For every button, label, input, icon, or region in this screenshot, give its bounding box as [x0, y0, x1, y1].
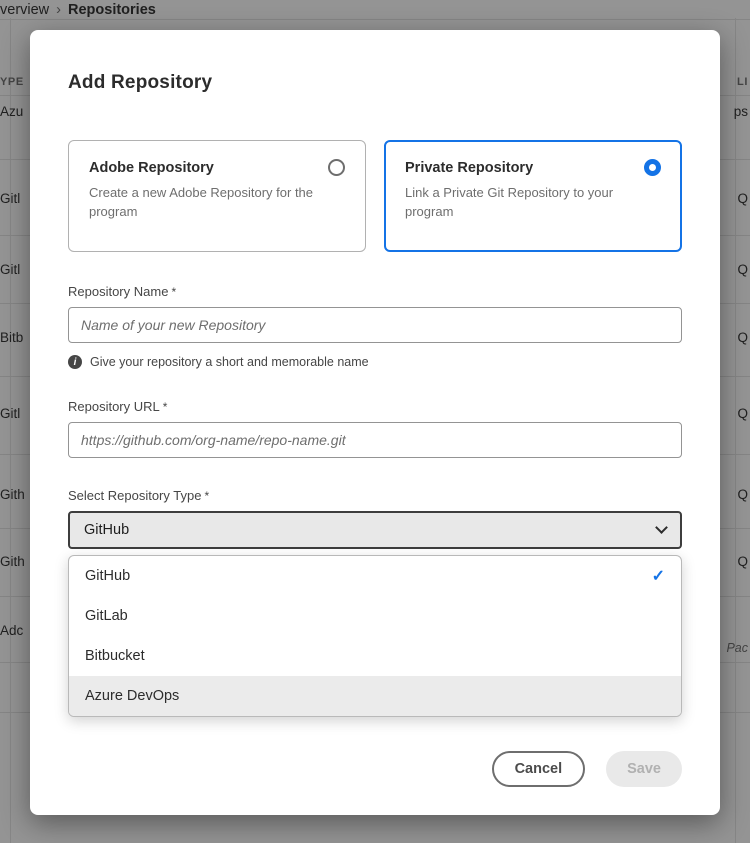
help-text: Give your repository a short and memorab…	[90, 355, 369, 369]
repository-type-label: Select Repository Type*	[68, 488, 682, 503]
private-repository-card[interactable]: Private Repository Link a Private Git Re…	[384, 140, 682, 252]
repository-name-input[interactable]	[68, 307, 682, 343]
dialog-title: Add Repository	[68, 72, 682, 94]
checkmark-icon: ✓	[652, 566, 665, 586]
dropdown-option-azure-devops[interactable]: Azure DevOps	[69, 676, 681, 716]
repository-type-select[interactable]: GitHub	[68, 511, 682, 549]
radio-unselected-icon[interactable]	[328, 159, 345, 176]
info-icon: i	[68, 355, 82, 369]
repository-url-input[interactable]	[68, 422, 682, 458]
select-value: GitHub	[84, 522, 129, 538]
card-description: Create a new Adobe Repository for the pr…	[89, 184, 345, 222]
repository-url-label: Repository URL*	[68, 399, 682, 414]
save-button[interactable]: Save	[606, 751, 682, 787]
repository-type-cards: Adobe Repository Create a new Adobe Repo…	[68, 140, 682, 252]
required-asterisk: *	[204, 489, 209, 503]
required-asterisk: *	[171, 285, 176, 299]
add-repository-dialog: Add Repository Adobe Repository Create a…	[30, 30, 720, 815]
dialog-actions: Cancel Save	[492, 751, 682, 787]
card-title: Private Repository	[405, 160, 533, 176]
required-asterisk: *	[163, 400, 168, 414]
repository-name-label: Repository Name*	[68, 284, 682, 299]
chevron-down-icon	[655, 521, 668, 534]
card-title: Adobe Repository	[89, 160, 214, 176]
screen: verview›Repositories YPE Azu Gitl Gitl B…	[0, 0, 750, 843]
cancel-button[interactable]: Cancel	[492, 751, 586, 787]
radio-selected-icon[interactable]	[644, 159, 661, 176]
repository-name-help: i Give your repository a short and memor…	[68, 355, 682, 369]
dropdown-option-gitlab[interactable]: GitLab	[69, 596, 681, 636]
adobe-repository-card[interactable]: Adobe Repository Create a new Adobe Repo…	[68, 140, 366, 252]
repository-type-dropdown: GitHub ✓ GitLab Bitbucket Azure DevOps	[68, 555, 682, 717]
card-description: Link a Private Git Repository to your pr…	[405, 184, 661, 222]
dropdown-option-bitbucket[interactable]: Bitbucket	[69, 636, 681, 676]
dropdown-option-github[interactable]: GitHub ✓	[69, 556, 681, 596]
